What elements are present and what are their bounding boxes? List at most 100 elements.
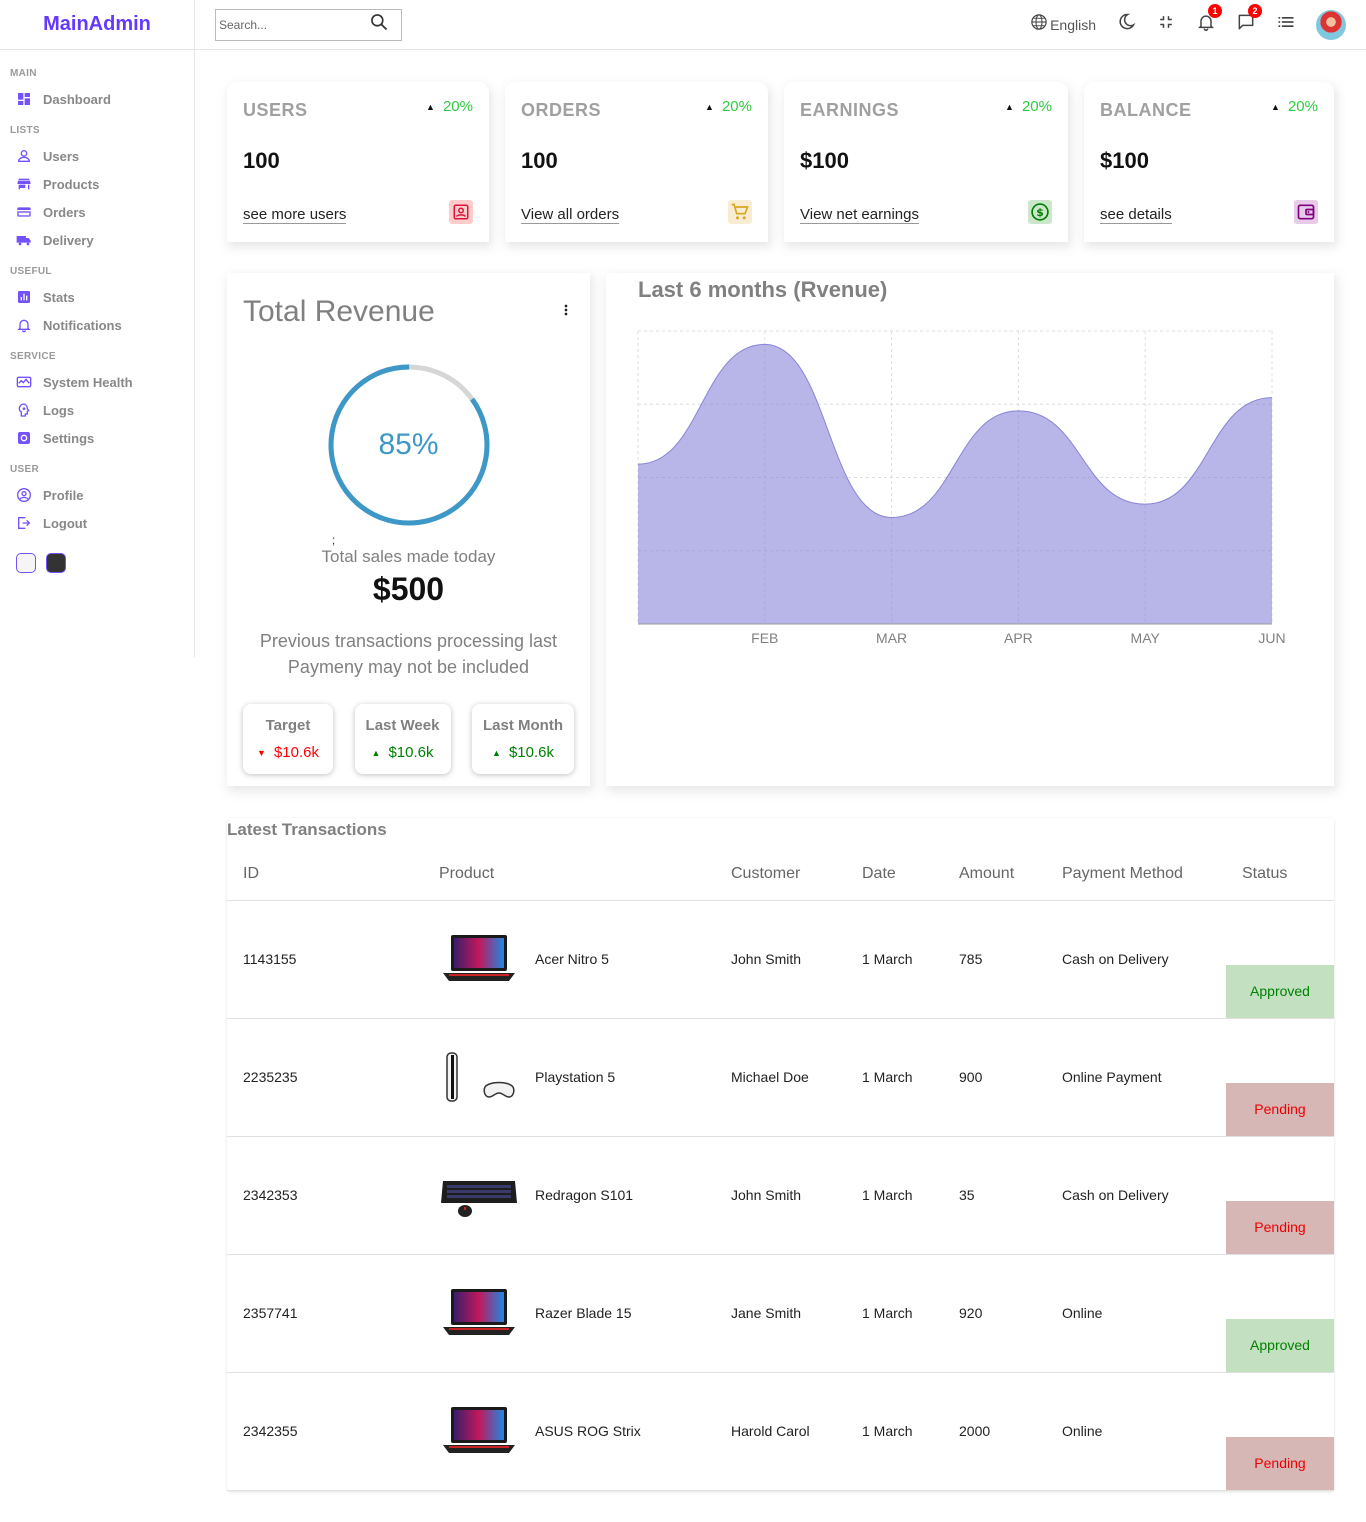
status-badge: Approved <box>1226 1318 1334 1372</box>
product-cell: ASUS ROG Strix <box>439 1401 715 1461</box>
summary-value: $10.6k <box>508 744 554 761</box>
widget-counter: $100 <box>800 147 849 173</box>
sidebar-item-label: Profile <box>43 487 84 503</box>
summary-value: $10.6k <box>388 744 434 761</box>
chart-title: Last 6 months (Rvenue) <box>638 277 888 302</box>
sidebar-item-dashboard[interactable]: Dashboard <box>10 85 194 113</box>
cell-date: 1 March <box>846 1018 943 1137</box>
dark-theme-toggle[interactable] <box>46 553 66 573</box>
sidebar-item-label: Orders <box>43 204 86 220</box>
table-row[interactable]: 2342355 ASUS ROG Strix Harold Carol 1 Ma… <box>227 1372 1334 1491</box>
widget-percentage: ▲ 20% <box>705 98 752 115</box>
widget-right: ▲ 20% $ <box>1005 92 1052 232</box>
cell-id: 1143155 <box>227 900 423 1019</box>
sales-amount: $500 <box>372 571 445 607</box>
column-header-payment-method[interactable]: Payment Method <box>1046 848 1226 901</box>
summary-title: Last Week <box>365 717 440 734</box>
featured-title: Total Revenue <box>243 295 435 328</box>
sidebar-item-label: Stats <box>43 289 75 305</box>
cell-customer: Michael Doe <box>715 1018 846 1137</box>
sidebar-item-system-health[interactable]: System Health <box>10 368 194 396</box>
laptop-icon <box>439 1283 519 1343</box>
bell-icon <box>16 317 32 333</box>
sidebar-item-orders[interactable]: Orders <box>10 198 194 226</box>
fullscreen-exit-icon <box>1156 12 1176 37</box>
product-cell: Razer Blade 15 <box>439 1283 715 1343</box>
list-button[interactable] <box>1276 12 1296 37</box>
cell-status: Pending <box>1226 1018 1334 1137</box>
language-selector[interactable]: English <box>1030 13 1096 36</box>
fullscreen-exit-button[interactable] <box>1156 12 1176 37</box>
widget-left: ORDERS 100 View all orders <box>521 92 620 232</box>
column-header-amount[interactable]: Amount <box>943 848 1046 901</box>
widget-link[interactable]: see details <box>1100 206 1172 224</box>
column-header-status[interactable]: Status <box>1226 848 1334 901</box>
widget-link[interactable]: View net earnings <box>800 206 919 224</box>
sidebar-item-products[interactable]: Products <box>10 170 194 198</box>
status-badge: Pending <box>1226 1200 1334 1254</box>
featured-card: Total Revenue 85% ; Total sales made tod… <box>227 273 590 786</box>
sidebar-item-logout[interactable]: Logout <box>10 509 194 537</box>
product-cell: Redragon S101 <box>439 1165 715 1225</box>
widget-counter: 100 <box>243 147 280 173</box>
more-vert-icon[interactable] <box>558 302 574 323</box>
summary-title: Target <box>265 717 311 734</box>
sidebar-item-delivery[interactable]: Delivery <box>10 226 194 254</box>
search-input[interactable] <box>219 17 369 32</box>
product-name: Razer Blade 15 <box>535 1305 632 1321</box>
logout-icon <box>16 515 32 531</box>
sidebar-section-title: MAIN <box>10 68 37 79</box>
globe-icon <box>1030 13 1048 36</box>
sidebar-item-stats[interactable]: Stats <box>10 283 194 311</box>
cell-payment-method: Online Payment <box>1046 1018 1226 1137</box>
revenue-chart: FEB MAR APR MAY JUN <box>637 330 1286 646</box>
widget-link[interactable]: View all orders <box>521 206 620 224</box>
sidebar-item-notifications[interactable]: Notifications <box>10 311 194 339</box>
x-tick-label: JUN <box>1258 630 1285 646</box>
summary-result: ▲ $10.6k <box>372 744 434 761</box>
column-header-customer[interactable]: Customer <box>715 848 846 901</box>
logo[interactable]: MainAdmin <box>43 13 151 36</box>
sidebar-item-label: Notifications <box>43 317 122 333</box>
widget-percentage: ▲ 20% <box>1271 98 1318 115</box>
column-header-id[interactable]: ID <box>227 848 423 901</box>
widget-percentage-value: 20% <box>721 98 752 115</box>
widget-link[interactable]: see more users <box>243 206 347 224</box>
sidebar-menu: MAIN Dashboard LISTS Users Products Orders Del… <box>0 50 194 537</box>
console-icon <box>439 1047 519 1107</box>
sidebar-item-logs[interactable]: Logs <box>10 396 194 424</box>
search-icon[interactable] <box>369 12 389 37</box>
table-row[interactable]: 2235235 Playstation 5 Michael Doe 1 Marc… <box>227 1018 1334 1137</box>
summary-item-last-week: Last Week ▲ $10.6k <box>355 704 451 774</box>
column-header-product[interactable]: Product <box>423 848 715 901</box>
chart-icon <box>16 289 32 305</box>
dark-mode-toggle[interactable] <box>1116 12 1136 37</box>
column-header-date[interactable]: Date <box>846 848 943 901</box>
product-cell: Playstation 5 <box>439 1047 715 1107</box>
sidebar-item-label: Logout <box>43 515 88 531</box>
table-row[interactable]: 2357741 Razer Blade 15 Jane Smith 1 Marc… <box>227 1254 1334 1373</box>
table-row[interactable]: 1143155 Acer Nitro 5 John Smith 1 March … <box>227 900 1334 1019</box>
notifications-button[interactable]: 1 <box>1196 4 1222 37</box>
table-row[interactable]: 2342353 Redragon S101 John Smith 1 March… <box>227 1136 1334 1255</box>
cell-amount: 920 <box>943 1254 1046 1373</box>
product-name: ASUS ROG Strix <box>535 1423 641 1439</box>
transactions-table-card: ID Product Customer Date Amount Payment Metho… <box>227 818 1334 1491</box>
widget-users: USERS 100 see more users ▲ 20% <box>227 82 489 242</box>
avatar-button[interactable] <box>1316 9 1346 40</box>
cell-product: Acer Nitro 5 <box>423 900 715 1019</box>
sidebar-item-users[interactable]: Users <box>10 142 194 170</box>
cell-date: 1 March <box>846 900 943 1019</box>
nav-items: English 1 2 <box>1030 4 1346 40</box>
x-tick-label: APR <box>1004 630 1033 646</box>
summary-row: Target ▼ $10.6k Last Week ▲ $10.6k Last … <box>243 704 574 774</box>
sidebar-item-profile[interactable]: Profile <box>10 481 194 509</box>
summary-title: Last Month <box>483 717 563 734</box>
cell-id: 2235235 <box>227 1018 423 1137</box>
account-circle-icon <box>16 487 32 503</box>
light-theme-toggle[interactable] <box>16 553 36 573</box>
cell-date: 1 March <box>846 1136 943 1255</box>
sidebar-item-settings[interactable]: Settings <box>10 424 194 452</box>
messages-button[interactable]: 2 <box>1236 4 1262 37</box>
dashboard-icon <box>16 91 32 107</box>
